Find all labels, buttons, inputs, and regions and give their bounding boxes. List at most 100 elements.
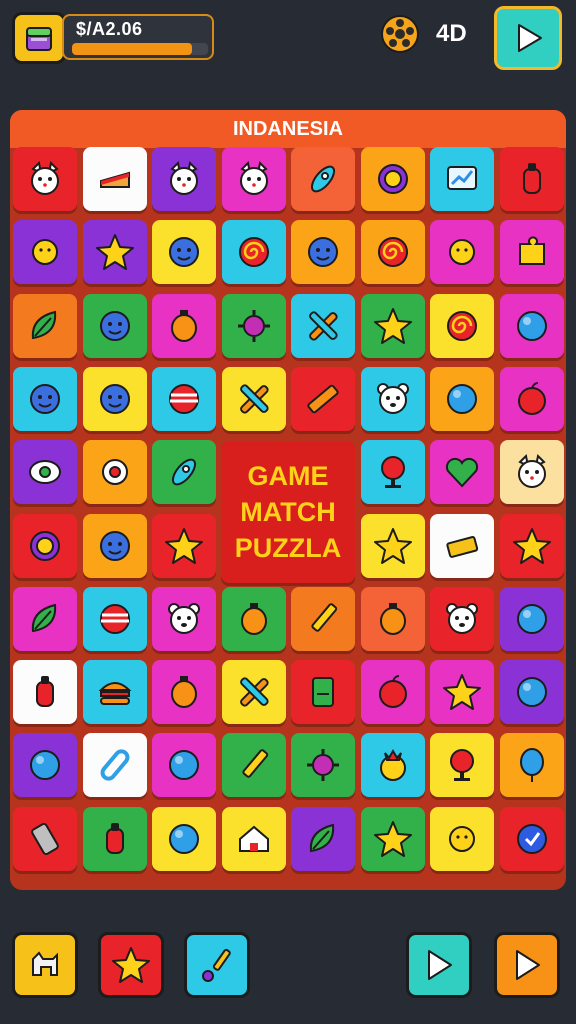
game-tile[interactable]: [291, 586, 355, 651]
game-tile[interactable]: [221, 806, 286, 871]
game-tile[interactable]: [152, 586, 216, 651]
game-tile[interactable]: [13, 147, 77, 211]
star-tool-button[interactable]: [98, 932, 164, 998]
game-tile[interactable]: [499, 366, 564, 431]
game-tile[interactable]: [152, 513, 216, 578]
pet-tool-button[interactable]: [12, 932, 78, 998]
game-tile[interactable]: [430, 660, 494, 725]
film-reel-icon: [381, 15, 419, 53]
wallet-icon[interactable]: [12, 12, 66, 64]
game-tile[interactable]: [430, 366, 494, 431]
play-button[interactable]: [406, 932, 472, 998]
game-tile[interactable]: [430, 293, 494, 358]
game-tile[interactable]: [13, 806, 77, 871]
swirl-icon: [377, 237, 408, 268]
game-tile[interactable]: [221, 366, 286, 431]
game-tile[interactable]: [152, 806, 216, 871]
forward-button[interactable]: [494, 932, 560, 998]
game-tile[interactable]: [291, 366, 355, 431]
game-tile[interactable]: [82, 366, 147, 431]
game-tile[interactable]: [291, 733, 355, 798]
game-tile[interactable]: [430, 733, 494, 798]
game-tile[interactable]: [360, 513, 425, 578]
game-tile[interactable]: [430, 220, 494, 285]
wallet-progress-fill: [72, 43, 192, 55]
game-tile[interactable]: [499, 586, 564, 651]
game-tile[interactable]: [221, 147, 286, 211]
game-tile[interactable]: [13, 733, 77, 798]
game-tile[interactable]: [82, 440, 147, 505]
game-tile[interactable]: [360, 293, 425, 358]
game-tile[interactable]: [291, 660, 355, 725]
game-tile[interactable]: [360, 586, 425, 651]
game-tile[interactable]: [13, 366, 77, 431]
ball-icon: [516, 310, 547, 341]
game-tile[interactable]: [430, 586, 494, 651]
ball-icon: [169, 750, 199, 781]
game-tile[interactable]: [152, 147, 216, 211]
brush-tool-button[interactable]: [184, 932, 250, 998]
game-tile[interactable]: [221, 733, 286, 798]
game-tile[interactable]: [499, 660, 564, 725]
star-icon: [373, 527, 412, 564]
leaf-icon: [31, 310, 57, 339]
center-title-line: PUZZLA: [234, 533, 342, 563]
game-tile[interactable]: [13, 513, 77, 578]
game-tile[interactable]: [360, 733, 425, 798]
game-tile[interactable]: [360, 660, 425, 725]
game-tile[interactable]: [82, 586, 147, 651]
game-tile[interactable]: [291, 220, 355, 285]
game-tile[interactable]: [82, 147, 147, 211]
game-tile[interactable]: [152, 733, 216, 798]
game-tile[interactable]: [430, 147, 494, 211]
game-tile[interactable]: [13, 586, 77, 651]
game-tile[interactable]: [82, 733, 147, 798]
game-tile[interactable]: [499, 147, 564, 211]
game-tile[interactable]: [152, 366, 216, 431]
virus-icon: [237, 309, 270, 342]
game-tile[interactable]: [82, 660, 147, 725]
game-tile[interactable]: [499, 220, 564, 285]
game-tile[interactable]: [499, 293, 564, 358]
game-tile[interactable]: [499, 733, 564, 798]
game-tile[interactable]: [360, 806, 425, 871]
game-tile[interactable]: [430, 806, 494, 871]
game-tile[interactable]: [499, 440, 564, 505]
game-tile[interactable]: [152, 440, 216, 505]
game-tile[interactable]: [221, 220, 286, 285]
game-tile[interactable]: [82, 293, 147, 358]
game-tile[interactable]: [291, 293, 355, 358]
game-tile[interactable]: [152, 293, 216, 358]
apple-icon: [378, 675, 407, 709]
game-tile[interactable]: [13, 660, 77, 725]
rocket-icon: [171, 458, 197, 486]
game-tile[interactable]: [360, 366, 425, 431]
document-icon: [312, 677, 334, 708]
game-tile[interactable]: [360, 147, 425, 211]
game-tile[interactable]: [82, 513, 147, 578]
game-tile[interactable]: [82, 220, 147, 285]
game-tile[interactable]: [499, 806, 564, 871]
game-tile[interactable]: [152, 220, 216, 285]
game-tile[interactable]: [430, 513, 494, 578]
game-tile[interactable]: [82, 806, 147, 871]
game-tile[interactable]: [221, 293, 286, 358]
game-tile[interactable]: [13, 220, 77, 285]
play-button[interactable]: [494, 6, 562, 70]
game-tile[interactable]: [360, 220, 425, 285]
game-tile[interactable]: [291, 806, 355, 871]
game-tile[interactable]: [13, 293, 77, 358]
game-tile[interactable]: [221, 586, 286, 651]
face-icon: [99, 383, 130, 414]
star-icon: [373, 307, 412, 344]
game-tile[interactable]: [13, 440, 77, 505]
game-tile[interactable]: [152, 660, 216, 725]
star-icon: [112, 947, 150, 983]
game-tile[interactable]: [360, 440, 425, 505]
game-tile[interactable]: [499, 513, 564, 578]
game-tile[interactable]: [221, 660, 286, 725]
bear-face-icon: [376, 382, 409, 414]
game-tile[interactable]: [430, 440, 494, 505]
game-tile[interactable]: [291, 147, 355, 211]
leaf-icon: [31, 603, 57, 632]
